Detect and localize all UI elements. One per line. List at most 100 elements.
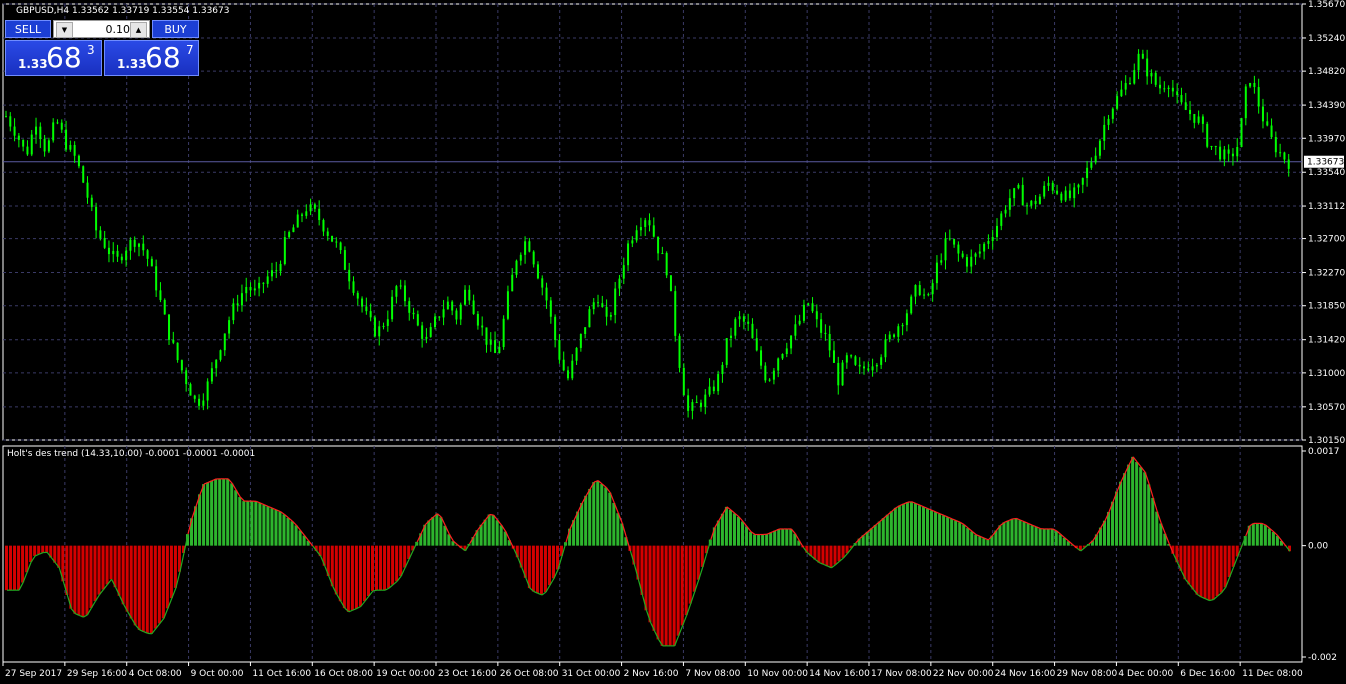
indicator-histogram	[5, 456, 1291, 647]
candle-body	[137, 243, 140, 247]
histogram-bar	[286, 517, 290, 546]
histogram-bar	[833, 545, 837, 565]
time-tick-label: 11 Dec 08:00	[1242, 669, 1303, 679]
histogram-bar	[1030, 525, 1034, 546]
histogram-bar	[169, 545, 173, 599]
candle-body	[1270, 125, 1273, 137]
histogram-bar	[676, 545, 680, 636]
candle-body	[1056, 190, 1059, 194]
lot-decrease-icon[interactable]: ▼	[56, 22, 73, 38]
sell-quote-prefix: 1.33	[18, 57, 48, 71]
candle-body	[73, 145, 76, 156]
histogram-bar	[1195, 545, 1199, 595]
candle-body	[442, 309, 445, 318]
histogram-bar	[1159, 523, 1163, 546]
sell-quote-pips: 68	[46, 41, 82, 74]
candle-body	[1021, 184, 1024, 206]
candle-body	[802, 304, 805, 321]
candle-body	[476, 313, 479, 326]
candle-body	[1231, 153, 1234, 157]
candle-body	[764, 365, 767, 381]
histogram-bar	[966, 528, 970, 546]
time-tick-label: 19 Oct 00:00	[376, 669, 435, 679]
candle-body	[90, 197, 93, 207]
histogram-bar	[781, 528, 785, 546]
candle-body	[875, 364, 878, 367]
candle-body	[751, 323, 754, 339]
candle-body	[1171, 87, 1174, 92]
candle-body	[47, 140, 50, 152]
time-tick-label: 26 Oct 08:00	[500, 669, 559, 679]
histogram-bar	[527, 545, 531, 589]
candle-body	[893, 334, 896, 337]
candle-body	[828, 333, 831, 351]
candle-body	[1120, 89, 1123, 97]
histogram-bar	[604, 487, 608, 546]
histogram-bar	[1022, 521, 1026, 546]
candle-body	[198, 398, 201, 406]
histogram-bar	[375, 545, 379, 591]
candle-body	[549, 300, 552, 317]
candle-body	[850, 355, 853, 357]
candle-body	[180, 360, 183, 371]
histogram-bar	[342, 545, 346, 609]
candle-body	[978, 251, 981, 254]
candle-body	[871, 366, 874, 371]
indicator-tick-label: 0.0017	[1308, 447, 1340, 457]
candle-body	[283, 237, 286, 264]
sell-quote[interactable]: 1.33 68 3	[5, 40, 102, 76]
sell-button[interactable]: SELL	[5, 20, 51, 38]
candle-body	[193, 395, 196, 399]
candle-body	[674, 291, 677, 336]
candle-body	[807, 303, 810, 305]
candle-body	[335, 241, 338, 243]
histogram-bar	[1203, 545, 1207, 599]
histogram-bar	[214, 478, 218, 546]
candle-body	[399, 285, 402, 287]
candle-body	[270, 270, 273, 277]
candle-body	[1283, 152, 1286, 160]
histogram-bar	[745, 526, 749, 546]
candle-body	[541, 278, 544, 288]
lot-increase-icon[interactable]: ▲	[130, 22, 147, 38]
candle-body	[824, 332, 827, 334]
candle-body	[202, 400, 205, 406]
buy-quote-fraction: 7	[186, 43, 194, 57]
histogram-bar	[491, 515, 495, 546]
candle-body	[322, 220, 325, 232]
candle-body	[262, 282, 265, 284]
candle-body	[536, 264, 539, 279]
candle-body	[858, 364, 861, 367]
candle-body	[678, 335, 681, 368]
histogram-bar	[817, 545, 821, 563]
histogram-bar	[958, 522, 962, 546]
candle-body	[52, 122, 55, 141]
histogram-bar	[616, 513, 620, 546]
histogram-bar	[531, 545, 535, 592]
candle-body	[1214, 145, 1217, 147]
candle-body	[841, 362, 844, 386]
candle-body	[296, 214, 299, 228]
candle-body	[1201, 116, 1204, 124]
candle-body	[313, 204, 316, 209]
histogram-bar	[93, 545, 97, 602]
histogram-bar	[1147, 484, 1151, 546]
candle-body	[451, 301, 454, 311]
candle-body	[914, 285, 917, 297]
histogram-bar	[825, 545, 829, 567]
histogram-bar	[483, 519, 487, 546]
candle-body	[39, 126, 42, 139]
candle-body	[1038, 196, 1041, 205]
buy-quote[interactable]: 1.33 68 7	[104, 40, 199, 76]
histogram-bar	[1038, 528, 1042, 546]
candle-body	[142, 243, 145, 251]
candle-body	[1013, 188, 1016, 199]
lot-size-input[interactable]	[74, 22, 130, 36]
candle-body	[562, 359, 565, 371]
price-tick-label: 1.31850	[1308, 302, 1345, 312]
candle-body	[1051, 182, 1054, 191]
current-price-label: 1.33673	[1307, 158, 1344, 168]
buy-button[interactable]: BUY	[152, 20, 199, 38]
histogram-bar	[395, 545, 399, 582]
candle-body	[687, 395, 690, 411]
